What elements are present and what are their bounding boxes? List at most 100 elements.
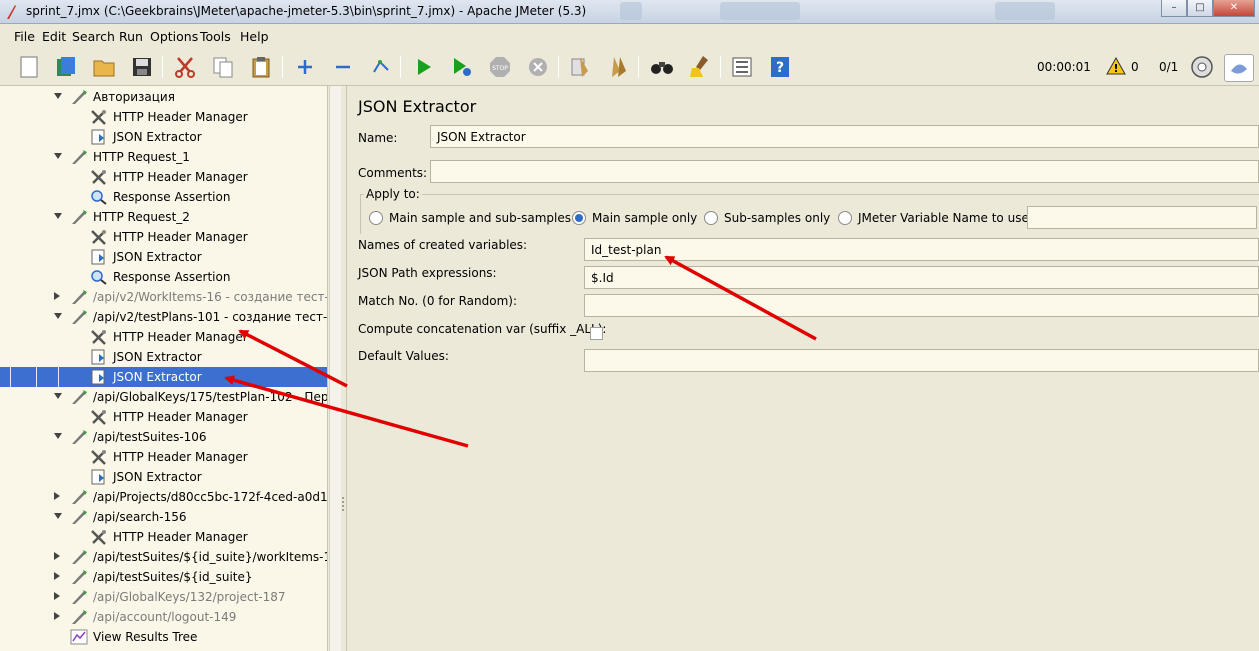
tree-item[interactable]: /api/testSuites-106 [0,427,327,447]
tree-item[interactable]: /api/account/logout-149 [0,607,327,627]
collapse-toggle-icon[interactable] [54,153,62,159]
expand-toggle-icon[interactable] [54,572,60,580]
tree-item-label: Response Assertion [113,190,231,204]
radio-jmeter-variable-label[interactable]: JMeter Variable Name to use [858,211,1029,225]
save-icon[interactable] [129,54,155,80]
selection-guide [36,367,37,387]
toggle-icon[interactable] [368,54,394,80]
radio-main-only-label[interactable]: Main sample only [592,211,697,225]
expand-toggle-icon[interactable] [54,612,60,620]
expand-toggle-icon[interactable] [54,492,60,500]
logger-icon[interactable] [1224,54,1254,82]
tree-item[interactable]: /api/GlobalKeys/132/project-187 [0,587,327,607]
tree-item[interactable]: /api/search-156 [0,507,327,527]
collapse-toggle-icon[interactable] [54,393,62,399]
expand-toggle-icon[interactable] [54,592,60,600]
names-field[interactable]: Id_test-plan [584,238,1259,261]
tree-item[interactable]: HTTP Header Manager [0,327,327,347]
close-button[interactable]: ✕ [1213,0,1255,17]
extractor-icon [90,349,108,365]
tree-item[interactable]: View Results Tree [0,627,327,647]
tree-item[interactable]: JSON Extractor [0,247,327,267]
expand-toggle-icon[interactable] [54,552,60,560]
collapse-toggle-icon[interactable] [54,93,62,99]
tree-item[interactable]: Response Assertion [0,267,327,287]
help-icon[interactable]: ? [767,54,793,80]
reset-search-icon[interactable] [687,54,713,80]
radio-main-and-sub-label[interactable]: Main sample and sub-samples [389,211,571,225]
warning-icon[interactable]: ! [1106,57,1126,75]
tree-item[interactable]: Авторизация [0,87,327,107]
tree-item-label: View Results Tree [93,630,198,644]
clear-all-icon[interactable] [605,54,631,80]
split-pane-divider[interactable] [329,86,347,651]
search-icon[interactable] [649,54,675,80]
menu-search[interactable]: Search [72,29,115,44]
tree-item[interactable]: /api/v2/WorkItems-16 - создание тест-кей… [0,287,327,307]
tree-item[interactable]: JSON Extractor [0,347,327,367]
paste-icon[interactable] [248,54,274,80]
comments-field[interactable] [430,160,1259,183]
copy-icon[interactable] [210,54,236,80]
radio-jmeter-variable[interactable] [838,211,852,225]
blurred-area [720,2,800,20]
tree-item[interactable]: JSON Extractor [0,467,327,487]
json-path-field[interactable]: $.Id [584,266,1259,289]
menu-file[interactable]: File [14,29,35,44]
tree-item[interactable]: JSON Extractor [0,127,327,147]
tree-item[interactable]: HTTP Header Manager [0,107,327,127]
menu-tools[interactable]: Tools [200,29,231,44]
maximize-button[interactable]: □ [1187,0,1213,17]
tree-item[interactable]: /api/testSuites/${id_suite} [0,567,327,587]
radio-main-only[interactable] [572,211,586,225]
tree-item[interactable]: /api/testSuites/${id_suite}/workItems-15… [0,547,327,567]
tree-scrollbar[interactable] [329,86,341,651]
start-no-pause-icon[interactable] [449,54,475,80]
tree-item[interactable]: HTTP Header Manager [0,447,327,467]
tree-item[interactable]: Response Assertion [0,187,327,207]
tree-item[interactable]: HTTP Header Manager [0,527,327,547]
tree-item[interactable]: HTTP Header Manager [0,407,327,427]
tree-item[interactable]: /api/GlobalKeys/175/testPlan-102 - Перех… [0,387,327,407]
default-values-field[interactable] [584,349,1259,372]
start-icon[interactable] [411,54,437,80]
jmeter-variable-field[interactable] [1027,206,1257,229]
stop-icon[interactable]: STOP [487,54,513,80]
clear-icon[interactable] [567,54,593,80]
new-icon[interactable] [16,54,42,80]
collapse-toggle-icon[interactable] [54,313,62,319]
templates-icon[interactable] [53,54,79,80]
tree-item-selected[interactable]: JSON Extractor [0,367,327,387]
expand-toggle-icon[interactable] [54,292,60,300]
radio-sub-only-label[interactable]: Sub-samples only [724,211,830,225]
radio-main-and-sub[interactable] [369,211,383,225]
match-no-field[interactable] [584,294,1259,317]
collapse-toggle-icon[interactable] [54,433,62,439]
tree-item[interactable]: HTTP Request_2 [0,207,327,227]
open-icon[interactable] [91,54,117,80]
tree-item[interactable]: /api/Projects/d80cc5bc-172f-4ced-a0d1-ad… [0,487,327,507]
panel-title: JSON Extractor [358,97,477,116]
expand-icon[interactable] [292,54,318,80]
collapse-toggle-icon[interactable] [54,513,62,519]
name-field[interactable]: JSON Extractor [430,125,1259,148]
menu-run[interactable]: Run [119,29,143,44]
cut-icon[interactable] [172,54,198,80]
function-helper-icon[interactable] [729,54,755,80]
tree-item[interactable]: HTTP Header Manager [0,227,327,247]
shutdown-icon[interactable] [525,54,551,80]
menu-edit[interactable]: Edit [42,29,66,44]
tree-item[interactable]: HTTP Request_1 [0,147,327,167]
concat-checkbox[interactable] [590,327,603,340]
menu-options[interactable]: Options [150,29,198,44]
minimize-button[interactable]: – [1161,0,1187,17]
tree-item-label: HTTP Header Manager [113,170,248,184]
tree-item[interactable]: HTTP Header Manager [0,167,327,187]
test-plan-tree[interactable]: Авторизация HTTP Header Manager JSON Extra… [0,86,328,651]
divider-grip[interactable] [342,496,344,512]
menu-help[interactable]: Help [240,29,269,44]
tree-item[interactable]: /api/v2/testPlans-101 - создание тест-пл… [0,307,327,327]
radio-sub-only[interactable] [704,211,718,225]
collapse-icon[interactable] [330,54,356,80]
collapse-toggle-icon[interactable] [54,213,62,219]
